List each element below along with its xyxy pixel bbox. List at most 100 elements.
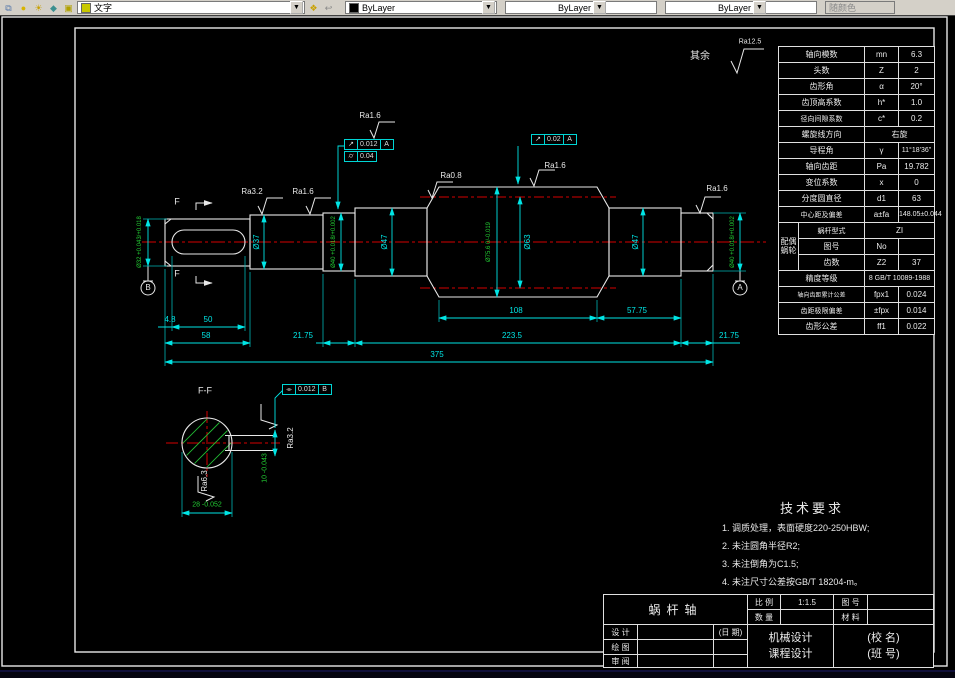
dim-dia32-tol: Ø32 +0.043/+0.018 [137,216,143,268]
param-value: 6.3 [898,46,935,63]
param-value: 2 [898,62,935,79]
cutting-plane-label-top: F [174,196,180,207]
frame-cell: 0.012 [357,139,381,150]
param-value: 右旋 [864,126,935,143]
param-symbol: γ [864,142,899,159]
section-label-ff: F-F [198,385,212,396]
param-symbol: h* [864,94,899,111]
param-name: 中心距及偏差 [778,206,865,223]
chevron-down-icon[interactable]: ▼ [482,1,495,14]
param-symbol: ±fpx [864,302,899,319]
param-value: 148.05±0.044 [898,206,942,223]
param-symbol: ff1 [864,318,899,335]
param-symbol: α [864,78,899,95]
layer-swatch-icon [81,2,91,13]
cad-application-window: { "toolbar": { "icons": [ {"name": "laye… [0,0,955,678]
frame-cell: 0.012 [295,384,319,395]
plot-style-combo: 随颜色 [825,1,895,14]
chevron-down-icon[interactable]: ▼ [753,1,767,14]
frame-cell: A [379,139,394,150]
dim-108: 108 [509,306,523,315]
layer-combo[interactable]: 文字 ▼ [77,1,305,14]
datum-symbols [140,266,748,296]
qty-label: 数 量 [747,609,781,625]
date-label: (日 期) [713,624,748,640]
designed-label: 设 计 [603,624,638,640]
layer-thaw-sun-icon[interactable]: ☀ [32,2,45,14]
param-name: 齿距极限偏差 [778,302,865,319]
param-symbol: d1 [864,190,899,207]
ra1-6-worm: Ra1.6 [544,161,566,170]
title-block: 蜗杆轴 比 例 1:1.5 图 号 数 量 材 料 设 计 (日 期) 绘 图 … [603,594,934,668]
reviewed-date-value [713,654,748,668]
tech-req-line: 1. 调质处理，表面硬度220-250HBW; [722,523,870,533]
chevron-down-icon[interactable]: ▼ [290,1,303,14]
scale-value: 1:1.5 [780,594,834,610]
material-label: 材 料 [833,609,868,625]
ra1-6-shaft-left: Ra1.6 [292,187,314,196]
ra6-3-section: Ra6.3 [200,470,209,492]
param-name: 齿形公差 [778,318,865,335]
param-name: 齿形角 [778,78,865,95]
drawing-no-label: 图 号 [833,594,868,610]
lineweight-combo[interactable]: ByLayer ▼ [665,1,817,14]
param-name: 分度圆直径 [778,190,865,207]
ra3-2-shaft: Ra3.2 [241,187,263,196]
dimension-lines [145,186,743,516]
tech-req-line: 3. 未注倒角为C1.5; [722,559,799,569]
dim-dia63: Ø63 [523,234,532,250]
param-value: 0.024 [898,286,935,303]
param-name: 图号 [798,238,865,255]
frame-cell: ⌯ [282,384,296,395]
param-symbol: Pa [864,158,899,175]
param-value: 1.0 [898,94,935,111]
dim-dia47-left: Ø47 [380,234,389,250]
param-name: 精度等级 [778,270,865,287]
frame-cell: ↗ [531,134,545,145]
frame-cell: 0.04 [357,151,377,162]
datum-label-a: A [737,283,743,292]
make-layer-current-icon[interactable]: ❖ [307,2,320,14]
param-value: 11°18'36" [898,142,935,159]
color-swatch-icon [349,2,359,13]
frame-cell: B [317,384,332,395]
param-name: 径向间隙系数 [778,110,865,127]
frame-cell: 0.02 [544,134,564,145]
toolbar: ⧉ ● ☀ ◆ ▣ 文字 ▼ ❖ ↩ ByLayer ▼ ByLayer ▼ B… [0,0,955,16]
dim-50: 50 [203,315,213,324]
linetype-combo[interactable]: ByLayer ▼ [505,1,657,14]
param-name: 齿顶高系数 [778,94,865,111]
param-name: 螺旋线方向 [778,126,865,143]
dim-21-75-left: 21.75 [292,331,314,340]
chevron-down-icon[interactable]: ▼ [593,1,607,14]
drawing-canvas[interactable]: 轴向模数 mn 6.3 头数 Z 2 齿形角 α 20° 齿顶高系数 h* 1.0 径向间隙系数 c* 0.… [0,16,955,678]
cutting-plane-label-bottom: F [174,268,180,279]
dim-keyway-depth-tol: 28 -0.052 [192,501,222,509]
color-combo[interactable]: ByLayer ▼ [345,1,497,14]
layer-on-bulb-icon[interactable]: ● [17,2,30,14]
tech-req-line: 4. 未注尺寸公差按GB/T 18204-m。 [722,577,863,587]
dim-58: 58 [201,331,211,340]
dim-57-75: 57.75 [626,306,648,315]
param-symbol: Z [864,62,899,79]
course-name: 机械设计 课程设计 [747,624,834,668]
ra0-8-worm: Ra0.8 [440,171,462,180]
reviewed-value [637,654,714,668]
cylindricity-frame: ⌭ 0.04 [344,151,377,162]
layer-lock-icon[interactable]: ◆ [47,2,60,14]
param-value: 20° [898,78,935,95]
param-symbol: Z2 [864,254,899,271]
param-value: 0.022 [898,318,935,335]
param-value: 63 [898,190,935,207]
dim-375: 375 [430,350,444,359]
param-name: 蜗杆型式 [798,222,865,239]
param-symbol: mn [864,46,899,63]
drawn-date-value [713,639,748,655]
layer-manager-icon[interactable]: ⧉ [2,2,15,14]
param-name: 齿数 [798,254,865,271]
layer-color-swatch-icon[interactable]: ▣ [62,2,75,14]
param-symbol: x [864,174,899,191]
dim-dia40-left-tol: Ø40 +0.018/+0.002 [331,216,337,268]
school-class: (校 名) (班 号) [833,624,934,668]
layer-previous-icon[interactable]: ↩ [322,2,335,14]
